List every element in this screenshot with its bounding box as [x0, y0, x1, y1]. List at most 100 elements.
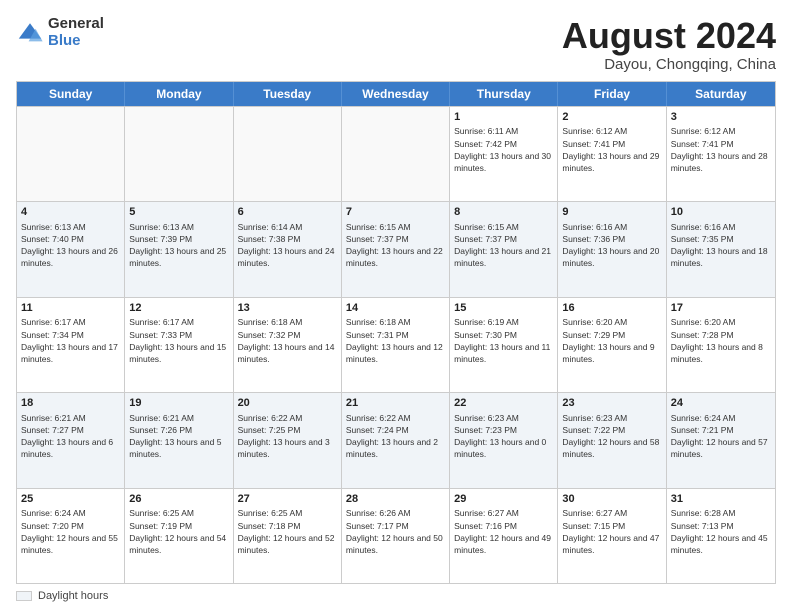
logo: General Blue	[16, 16, 104, 49]
location-subtitle: Dayou, Chongqing, China	[562, 56, 776, 73]
day-number: 26	[129, 492, 228, 507]
day-info: Sunrise: 6:18 AM Sunset: 7:31 PM Dayligh…	[346, 317, 443, 363]
day-number: 6	[238, 205, 337, 220]
cal-cell-4-3: 20 Sunrise: 6:22 AM Sunset: 7:25 PM Dayli…	[234, 393, 342, 487]
day-info: Sunrise: 6:27 AM Sunset: 7:16 PM Dayligh…	[454, 508, 551, 554]
day-info: Sunrise: 6:22 AM Sunset: 7:24 PM Dayligh…	[346, 413, 438, 459]
day-info: Sunrise: 6:21 AM Sunset: 7:27 PM Dayligh…	[21, 413, 113, 459]
day-number: 18	[21, 396, 120, 411]
day-number: 11	[21, 301, 120, 316]
cal-cell-2-5: 8 Sunrise: 6:15 AM Sunset: 7:37 PM Daylig…	[450, 202, 558, 296]
cal-cell-4-7: 24 Sunrise: 6:24 AM Sunset: 7:21 PM Dayli…	[667, 393, 775, 487]
page: General Blue August 2024 Dayou, Chongqin…	[0, 0, 792, 612]
day-number: 1	[454, 110, 553, 125]
calendar-body: 1Sunrise: 6:11 AM Sunset: 7:42 PM Daylig…	[17, 106, 775, 583]
cal-cell-1-2	[125, 107, 233, 201]
day-number: 4	[21, 205, 120, 220]
header-cell-wednesday: Wednesday	[342, 82, 450, 106]
header-cell-monday: Monday	[125, 82, 233, 106]
day-info: Sunrise: 6:15 AM Sunset: 7:37 PM Dayligh…	[346, 222, 443, 268]
day-number: 10	[671, 205, 771, 220]
day-info: Sunrise: 6:20 AM Sunset: 7:28 PM Dayligh…	[671, 317, 763, 363]
calendar-row-5: 25Sunrise: 6:24 AM Sunset: 7:20 PM Dayli…	[17, 488, 775, 583]
logo-text: General Blue	[48, 16, 104, 49]
cal-cell-2-7: 10Sunrise: 6:16 AM Sunset: 7:35 PM Dayli…	[667, 202, 775, 296]
cal-cell-4-6: 23Sunrise: 6:23 AM Sunset: 7:22 PM Dayli…	[558, 393, 666, 487]
day-number: 15	[454, 301, 553, 316]
day-info: Sunrise: 6:13 AM Sunset: 7:40 PM Dayligh…	[21, 222, 118, 268]
day-number: 25	[21, 492, 120, 507]
day-info: Sunrise: 6:14 AM Sunset: 7:38 PM Dayligh…	[238, 222, 335, 268]
header-cell-thursday: Thursday	[450, 82, 558, 106]
cal-cell-3-4: 14Sunrise: 6:18 AM Sunset: 7:31 PM Dayli…	[342, 298, 450, 392]
day-number: 24	[671, 396, 771, 411]
cal-cell-3-5: 15Sunrise: 6:19 AM Sunset: 7:30 PM Dayli…	[450, 298, 558, 392]
cal-cell-2-2: 5Sunrise: 6:13 AM Sunset: 7:39 PM Daylig…	[125, 202, 233, 296]
day-number: 20	[238, 396, 337, 411]
day-number: 27	[238, 492, 337, 507]
day-number: 28	[346, 492, 445, 507]
day-number: 8	[454, 205, 553, 220]
day-info: Sunrise: 6:20 AM Sunset: 7:29 PM Dayligh…	[562, 317, 654, 363]
legend-box	[16, 591, 32, 601]
day-info: Sunrise: 6:17 AM Sunset: 7:33 PM Dayligh…	[129, 317, 226, 363]
day-number: 2	[562, 110, 661, 125]
day-info: Sunrise: 6:24 AM Sunset: 7:20 PM Dayligh…	[21, 508, 118, 554]
day-number: 22	[454, 396, 553, 411]
cal-cell-1-1	[17, 107, 125, 201]
cal-cell-2-6: 9 Sunrise: 6:16 AM Sunset: 7:36 PM Daylig…	[558, 202, 666, 296]
cal-cell-3-2: 12Sunrise: 6:17 AM Sunset: 7:33 PM Dayli…	[125, 298, 233, 392]
day-number: 3	[671, 110, 771, 125]
cal-cell-4-2: 19Sunrise: 6:21 AM Sunset: 7:26 PM Dayli…	[125, 393, 233, 487]
cal-cell-5-6: 30Sunrise: 6:27 AM Sunset: 7:15 PM Dayli…	[558, 489, 666, 583]
cal-cell-1-7: 3Sunrise: 6:12 AM Sunset: 7:41 PM Daylig…	[667, 107, 775, 201]
day-info: Sunrise: 6:11 AM Sunset: 7:42 PM Dayligh…	[454, 126, 551, 172]
day-info: Sunrise: 6:17 AM Sunset: 7:34 PM Dayligh…	[21, 317, 118, 363]
logo-blue-text: Blue	[48, 33, 104, 50]
cal-cell-2-3: 6 Sunrise: 6:14 AM Sunset: 7:38 PM Daylig…	[234, 202, 342, 296]
day-info: Sunrise: 6:21 AM Sunset: 7:26 PM Dayligh…	[129, 413, 221, 459]
day-info: Sunrise: 6:15 AM Sunset: 7:37 PM Dayligh…	[454, 222, 551, 268]
day-info: Sunrise: 6:23 AM Sunset: 7:22 PM Dayligh…	[562, 413, 659, 459]
day-info: Sunrise: 6:22 AM Sunset: 7:25 PM Dayligh…	[238, 413, 330, 459]
day-info: Sunrise: 6:26 AM Sunset: 7:17 PM Dayligh…	[346, 508, 443, 554]
day-number: 31	[671, 492, 771, 507]
cal-cell-3-3: 13Sunrise: 6:18 AM Sunset: 7:32 PM Dayli…	[234, 298, 342, 392]
cal-cell-5-2: 26Sunrise: 6:25 AM Sunset: 7:19 PM Dayli…	[125, 489, 233, 583]
day-number: 12	[129, 301, 228, 316]
calendar-row-1: 1Sunrise: 6:11 AM Sunset: 7:42 PM Daylig…	[17, 106, 775, 201]
calendar-row-4: 18 Sunrise: 6:21 AM Sunset: 7:27 PM Dayli…	[17, 392, 775, 487]
cal-cell-5-3: 27Sunrise: 6:25 AM Sunset: 7:18 PM Dayli…	[234, 489, 342, 583]
day-number: 14	[346, 301, 445, 316]
cal-cell-4-5: 22 Sunrise: 6:23 AM Sunset: 7:23 PM Dayli…	[450, 393, 558, 487]
day-info: Sunrise: 6:25 AM Sunset: 7:19 PM Dayligh…	[129, 508, 226, 554]
day-info: Sunrise: 6:16 AM Sunset: 7:36 PM Dayligh…	[562, 222, 659, 268]
cal-cell-4-4: 21Sunrise: 6:22 AM Sunset: 7:24 PM Dayli…	[342, 393, 450, 487]
cal-cell-1-4	[342, 107, 450, 201]
day-number: 17	[671, 301, 771, 316]
day-info: Sunrise: 6:25 AM Sunset: 7:18 PM Dayligh…	[238, 508, 335, 554]
day-info: Sunrise: 6:18 AM Sunset: 7:32 PM Dayligh…	[238, 317, 335, 363]
cal-cell-2-1: 4 Sunrise: 6:13 AM Sunset: 7:40 PM Daylig…	[17, 202, 125, 296]
day-info: Sunrise: 6:27 AM Sunset: 7:15 PM Dayligh…	[562, 508, 659, 554]
cal-cell-2-4: 7Sunrise: 6:15 AM Sunset: 7:37 PM Daylig…	[342, 202, 450, 296]
legend-label: Daylight hours	[38, 590, 108, 602]
cal-cell-3-7: 17Sunrise: 6:20 AM Sunset: 7:28 PM Dayli…	[667, 298, 775, 392]
cal-cell-1-6: 2Sunrise: 6:12 AM Sunset: 7:41 PM Daylig…	[558, 107, 666, 201]
cal-cell-5-4: 28Sunrise: 6:26 AM Sunset: 7:17 PM Dayli…	[342, 489, 450, 583]
day-number: 13	[238, 301, 337, 316]
title-block: August 2024 Dayou, Chongqing, China	[562, 16, 776, 73]
calendar-row-3: 11Sunrise: 6:17 AM Sunset: 7:34 PM Dayli…	[17, 297, 775, 392]
cal-cell-5-7: 31Sunrise: 6:28 AM Sunset: 7:13 PM Dayli…	[667, 489, 775, 583]
day-info: Sunrise: 6:12 AM Sunset: 7:41 PM Dayligh…	[562, 126, 659, 172]
cal-cell-1-5: 1Sunrise: 6:11 AM Sunset: 7:42 PM Daylig…	[450, 107, 558, 201]
day-info: Sunrise: 6:23 AM Sunset: 7:23 PM Dayligh…	[454, 413, 546, 459]
header-cell-saturday: Saturday	[667, 82, 775, 106]
day-number: 9	[562, 205, 661, 220]
day-info: Sunrise: 6:24 AM Sunset: 7:21 PM Dayligh…	[671, 413, 768, 459]
logo-icon	[16, 19, 44, 47]
header-cell-friday: Friday	[558, 82, 666, 106]
day-info: Sunrise: 6:28 AM Sunset: 7:13 PM Dayligh…	[671, 508, 768, 554]
calendar-row-2: 4 Sunrise: 6:13 AM Sunset: 7:40 PM Daylig…	[17, 201, 775, 296]
day-number: 29	[454, 492, 553, 507]
